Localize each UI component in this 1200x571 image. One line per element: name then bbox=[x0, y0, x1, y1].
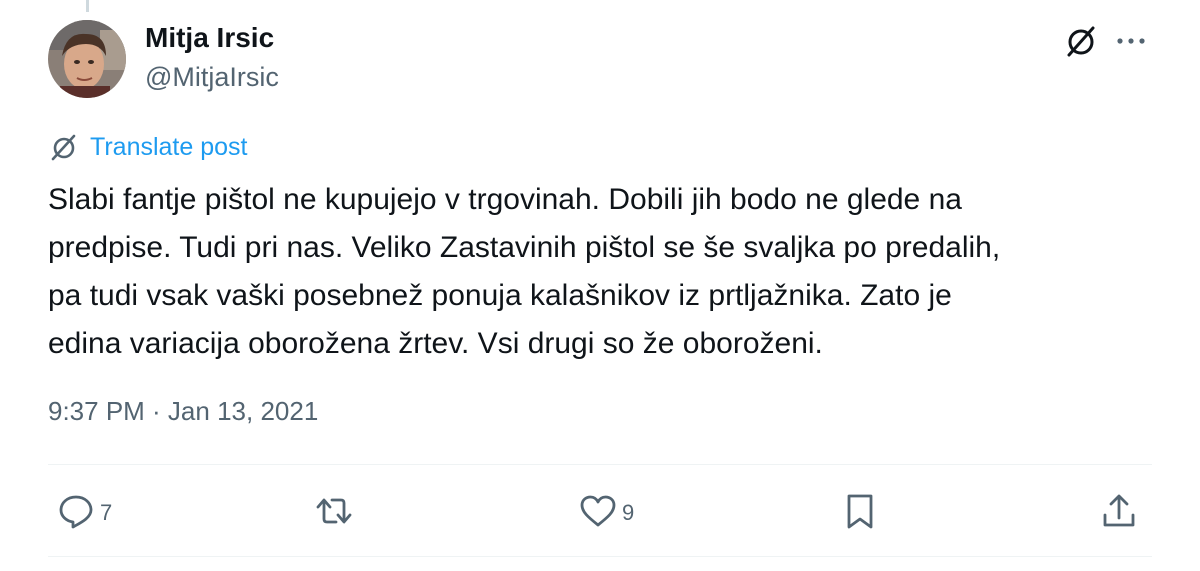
reply-count: 7 bbox=[100, 500, 113, 525]
bookmark-button[interactable] bbox=[840, 490, 880, 536]
post-text-line: edina variacija oborožena žrtev. Vsi dru… bbox=[48, 327, 823, 360]
translate-icon[interactable] bbox=[1062, 22, 1100, 60]
more-icon[interactable] bbox=[1113, 26, 1149, 56]
translate-icon bbox=[48, 131, 80, 163]
post-text-line: pa tudi vsak vaški posebnež ponuja kalaš… bbox=[48, 279, 952, 312]
thread-connector-line bbox=[86, 0, 89, 12]
retweet-icon bbox=[314, 491, 354, 536]
divider bbox=[48, 556, 1152, 557]
post-timestamp[interactable]: 9:37 PM · Jan 13, 2021 bbox=[48, 396, 318, 427]
author-handle[interactable]: @MitjaIrsic bbox=[145, 62, 279, 93]
post-text-line: predpise. Tudi pri nas. Veliko Zastavini… bbox=[48, 231, 1001, 264]
translate-post-link[interactable]: Translate post bbox=[90, 133, 247, 162]
bookmark-icon bbox=[840, 491, 880, 536]
avatar[interactable] bbox=[48, 20, 126, 98]
reply-button[interactable]: 7 bbox=[56, 490, 112, 536]
retweet-button[interactable] bbox=[314, 490, 354, 536]
translate-post-row[interactable]: Translate post bbox=[48, 132, 247, 162]
heart-icon bbox=[578, 491, 618, 536]
share-icon bbox=[1099, 491, 1139, 536]
like-button[interactable]: 9 bbox=[578, 490, 634, 536]
post-text-line: Slabi fantje pištol ne kupujejo v trgovi… bbox=[48, 183, 962, 216]
share-button[interactable] bbox=[1099, 490, 1139, 536]
post-text: Slabi fantje pištol ne kupujejo v trgovi… bbox=[48, 176, 1158, 368]
divider bbox=[48, 464, 1152, 465]
like-count: 9 bbox=[622, 500, 635, 525]
reply-icon bbox=[56, 491, 96, 536]
author-name[interactable]: Mitja Irsic bbox=[145, 22, 274, 54]
